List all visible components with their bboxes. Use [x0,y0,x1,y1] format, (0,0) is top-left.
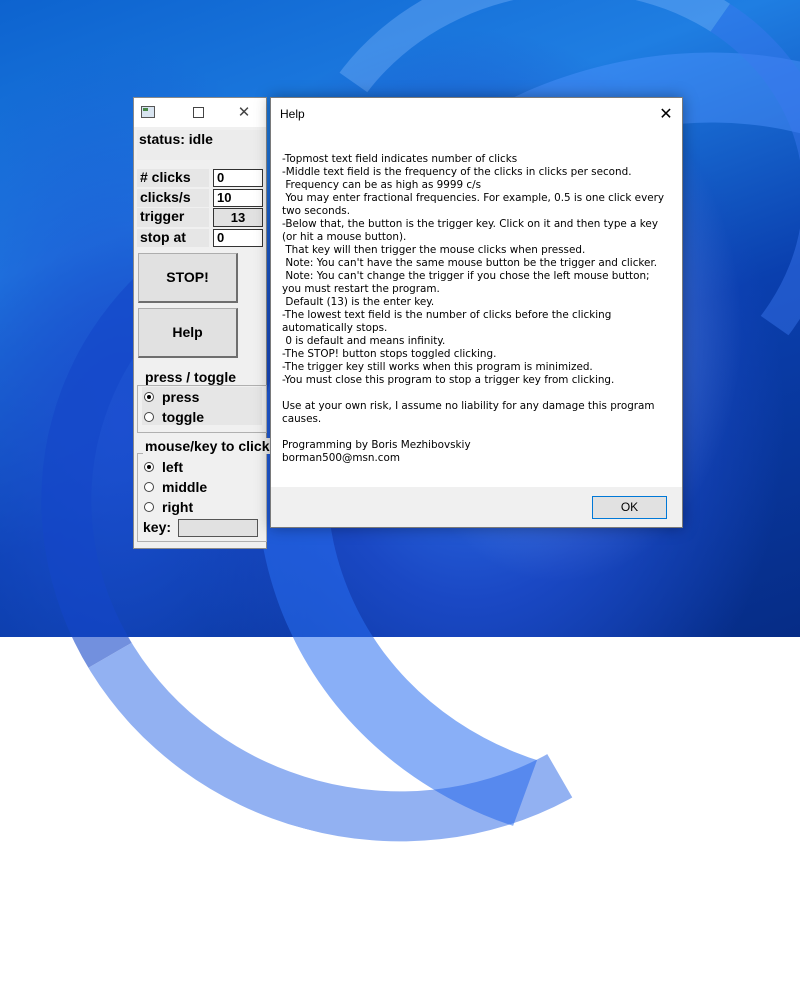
radio-button[interactable] [144,392,154,402]
help-line: automatically stops. [282,322,388,334]
status-text: status: idle [137,130,264,160]
help-text: -Topmost text field indicates number of … [282,153,667,465]
help-dialog: Help ✕ -Topmost text field indicates num… [270,97,683,528]
help-line: 0 is default and means infinity. [282,335,446,347]
trigger-button[interactable]: 13 [213,208,263,227]
mode-group-title: press / toggle [143,369,239,385]
option-label: left [162,459,183,475]
option-label: toggle [162,409,204,425]
help-line: -Below that, the button is the trigger k… [282,218,658,230]
help-line [282,426,667,439]
option-label: right [162,499,194,515]
key-label: key: [143,519,172,535]
help-line: You may enter fractional frequencies. Fo… [282,192,665,204]
help-line: Note: You can't change the trigger if yo… [282,270,650,282]
dialog-title: Help [280,107,305,121]
help-line: two seconds. [282,205,351,217]
mode-option-press[interactable]: press [144,389,262,407]
help-line: Use at your own risk, I assume no liabil… [282,400,655,412]
close-icon[interactable]: ✕ [655,104,677,124]
clicks-input[interactable]: 0 [213,169,263,187]
key-input[interactable] [178,519,258,537]
trigger-label: trigger [137,208,209,227]
help-line: -Topmost text field indicates number of … [282,153,518,165]
button-option-right[interactable]: right [144,499,262,517]
option-label: middle [162,479,208,495]
help-line: -You must close this program to stop a t… [282,374,615,386]
help-line: That key will then trigger the mouse cli… [282,244,586,256]
radio-button[interactable] [144,412,154,422]
cps-input[interactable]: 10 [213,189,263,207]
radio-button[interactable] [144,502,154,512]
close-icon[interactable]: ✕ [234,102,254,122]
autoclicker-window: ✕ status: idle # clicks 0 clicks/s 10 tr… [133,97,272,549]
help-button[interactable]: Help [138,308,238,358]
stopat-input[interactable]: 0 [213,229,263,247]
mode-option-toggle[interactable]: toggle [144,409,262,427]
help-line: Default (13) is the enter key. [282,296,435,308]
stopat-label: stop at [137,229,209,247]
help-line: Note: You can't have the same mouse butt… [282,257,658,269]
cps-label: clicks/s [137,189,209,207]
option-label: press [162,389,200,405]
ok-button[interactable]: OK [592,496,667,519]
title-bar[interactable]: ✕ [134,98,266,127]
button-group-title: mouse/key to click [143,438,272,454]
clicks-label: # clicks [137,169,209,187]
dialog-footer: OK [271,487,682,527]
help-line: causes. [282,413,322,425]
stop-button[interactable]: STOP! [138,253,238,303]
help-line: you must restart the program. [282,283,440,295]
help-line: Frequency can be as high as 9999 c/s [282,179,482,191]
help-line [282,387,667,400]
help-line: -Middle text field is the frequency of t… [282,166,632,178]
button-option-middle[interactable]: middle [144,479,262,497]
help-line: borman500@msn.com [282,452,400,464]
help-line: -The trigger key still works when this p… [282,361,593,373]
radio-button[interactable] [144,462,154,472]
help-line: (or hit a mouse button). [282,231,407,243]
help-line: -The lowest text field is the number of … [282,309,612,321]
maximize-icon[interactable] [193,107,204,118]
button-option-left[interactable]: left [144,459,262,477]
radio-button[interactable] [144,482,154,492]
help-line: Programming by Boris Mezhibovskiy [282,439,471,451]
app-icon [141,106,155,118]
help-line: -The STOP! button stops toggled clicking… [282,348,497,360]
